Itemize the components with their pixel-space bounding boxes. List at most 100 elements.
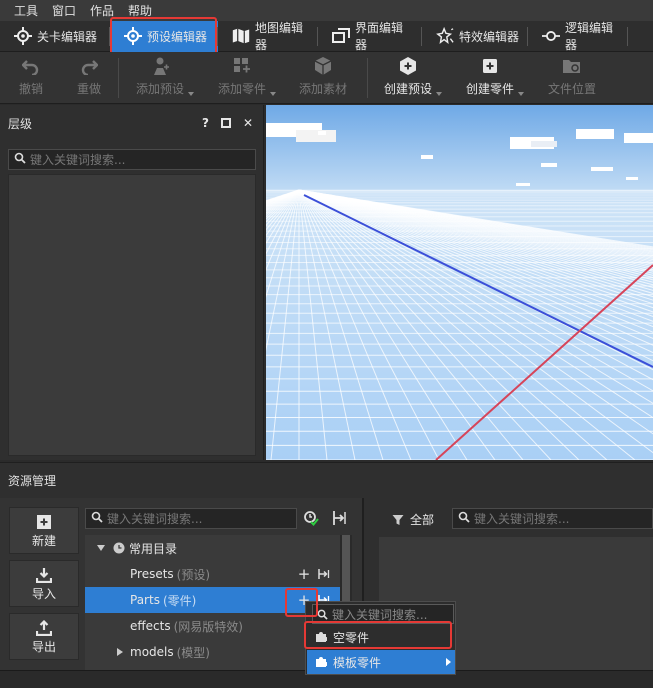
close-button[interactable]: ✕ — [243, 116, 253, 130]
puzzle-icon — [315, 631, 327, 643]
chevron-right-icon — [446, 658, 451, 666]
add-asset-button[interactable]: 添加素材 — [297, 52, 349, 104]
menu-window[interactable]: 窗口 — [52, 2, 76, 19]
editor-tabs-bar: 关卡编辑器 预设编辑器 地图编辑器 界面编辑器 特效编辑器 逻辑编辑器 — [0, 20, 653, 52]
tree-item-name: effects — [130, 619, 171, 633]
new-label: 新建 — [31, 533, 56, 548]
tree-root-label: 常用目录 — [129, 541, 178, 556]
locate-icon[interactable] — [317, 566, 331, 582]
tree-item-sub: (零件) — [162, 593, 197, 608]
tree-item-models[interactable]: models (模型) — [85, 639, 340, 665]
tree-item-presets[interactable]: Presets (预设) + — [85, 561, 340, 587]
search-icon — [14, 152, 26, 167]
tab-map-editor[interactable]: 地图编辑器 — [218, 21, 318, 52]
file-location-button[interactable]: 文件位置 — [546, 52, 598, 104]
popup-item-template-part[interactable]: 模板零件 — [307, 650, 455, 674]
tree-root-common[interactable]: 常用目录 — [85, 535, 340, 561]
help-button[interactable]: ? — [202, 116, 209, 130]
tree-item-name: Parts — [130, 593, 160, 607]
dropdown-caret-icon — [270, 92, 276, 96]
chevron-right-icon — [117, 648, 123, 656]
add-preset-icon — [150, 52, 170, 80]
add-preset-button[interactable]: 添加预设 — [134, 52, 194, 104]
resources-search-input[interactable]: 键入关键词搜索... — [85, 508, 297, 529]
tree-item-sub: (模型) — [176, 645, 210, 660]
redo-button[interactable]: 重做 — [70, 52, 108, 104]
hierarchy-search-input[interactable]: 键入关键词搜索... — [8, 149, 256, 170]
menu-tools[interactable]: 工具 — [14, 2, 38, 19]
hierarchy-title: 层级 — [8, 116, 33, 131]
filter-check-icon[interactable] — [303, 510, 319, 529]
search-icon — [91, 511, 103, 526]
sparkle-icon — [436, 27, 454, 45]
search-icon — [317, 609, 328, 620]
maximize-icon[interactable] — [220, 118, 231, 128]
menu-works[interactable]: 作品 — [90, 2, 114, 19]
filter-all-label: 全部 — [410, 513, 435, 527]
tab-preset-editor[interactable]: 预设编辑器 — [110, 20, 218, 52]
menu-help[interactable]: 帮助 — [128, 2, 152, 19]
chevron-down-icon — [97, 545, 105, 551]
search-placeholder: 键入关键词搜索... — [474, 512, 570, 526]
new-file-icon — [36, 513, 52, 531]
scene-grid — [266, 105, 653, 460]
redo-icon — [80, 52, 98, 80]
undo-button[interactable]: 撤销 — [12, 52, 50, 104]
search-placeholder: 键入关键词搜索... — [332, 607, 428, 622]
search-icon — [458, 511, 470, 526]
create-part-button[interactable]: 创建零件 — [464, 52, 524, 104]
filter-icon — [392, 514, 404, 526]
add-part-button[interactable]: 添加零件 — [216, 52, 276, 104]
tab-level-editor[interactable]: 关卡编辑器 — [0, 21, 110, 52]
resources-header: 资源管理 — [0, 462, 653, 498]
menu-bar: 工具 窗口 作品 帮助 — [0, 0, 653, 21]
dropdown-caret-icon — [188, 92, 194, 96]
toolbar-divider — [118, 58, 119, 98]
export-label: 导出 — [31, 639, 56, 654]
file-location-label: 文件位置 — [547, 82, 596, 96]
add-preset-label: 添加预设 — [135, 82, 184, 96]
folder-icon — [562, 52, 582, 80]
tab-ui-editor[interactable]: 界面编辑器 — [318, 21, 422, 52]
redo-label: 重做 — [76, 82, 101, 96]
window-icon — [332, 27, 350, 45]
popup-item-label: 模板零件 — [333, 655, 382, 670]
tree-item-sub: (预设) — [176, 567, 211, 582]
import-icon — [36, 566, 52, 584]
undo-icon — [22, 52, 40, 80]
tab-effects-editor[interactable]: 特效编辑器 — [422, 21, 528, 52]
undo-label: 撤销 — [18, 82, 43, 96]
tab-label: 逻辑编辑器 — [565, 21, 614, 52]
export-button[interactable]: 导出 — [9, 613, 79, 660]
tab-label: 地图编辑器 — [255, 21, 304, 52]
resources-title: 资源管理 — [8, 474, 57, 488]
new-button[interactable]: 新建 — [9, 507, 79, 554]
dropdown-caret-icon — [518, 92, 524, 96]
search-placeholder: 键入关键词搜索... — [30, 153, 126, 167]
import-button[interactable]: 导入 — [9, 560, 79, 607]
create-preset-button[interactable]: 创建预设 — [382, 52, 442, 104]
tab-label: 特效编辑器 — [459, 29, 520, 44]
popup-item-empty-part[interactable]: 空零件 — [307, 625, 455, 649]
dropdown-caret-icon — [436, 92, 442, 96]
add-part-popup: 键入关键词搜索... 空零件 模板零件 — [305, 601, 456, 675]
popup-search-input[interactable]: 键入关键词搜索... — [312, 604, 454, 624]
cube-icon — [313, 52, 333, 80]
add-part-icon — [232, 52, 252, 80]
hierarchy-tree[interactable] — [8, 174, 256, 456]
tab-logic-editor[interactable]: 逻辑编辑器 — [528, 21, 628, 52]
hierarchy-panel: 层级 ? ✕ 键入关键词搜索... — [0, 105, 264, 460]
add-icon[interactable]: + — [297, 565, 311, 583]
export-icon — [36, 619, 52, 637]
tree-item-effects[interactable]: effects (网易版特效) — [85, 613, 340, 639]
tree-item-parts[interactable]: Parts (零件) + — [85, 587, 340, 613]
locate-icon[interactable] — [332, 510, 348, 529]
asset-search-input[interactable]: 键入关键词搜索... — [452, 508, 653, 529]
scene-viewport[interactable] — [266, 105, 653, 460]
resource-tree: 常用目录 Presets (预设) + Parts (零件) + effects… — [85, 535, 340, 670]
tree-item-sub: (网易版特效) — [173, 619, 243, 634]
filter-all-button[interactable]: 全部 — [392, 511, 434, 528]
tree-item-name: Presets — [130, 567, 174, 581]
add-part-label: 添加零件 — [217, 82, 266, 96]
import-label: 导入 — [31, 586, 56, 601]
